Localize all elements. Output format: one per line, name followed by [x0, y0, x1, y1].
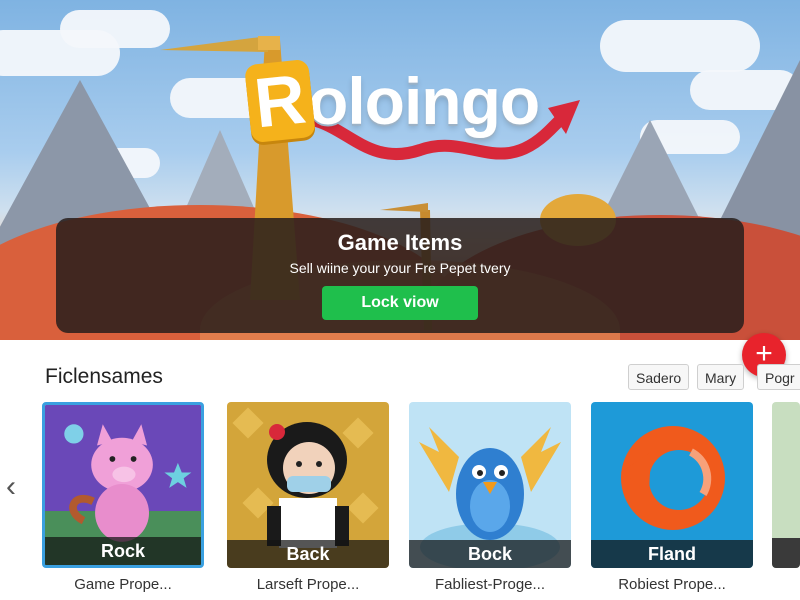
item-caption[interactable]: Game Prope... [38, 576, 208, 593]
partial-card-image [772, 402, 800, 568]
item-card-title: Rock [45, 537, 201, 565]
item-card[interactable]: Rock [42, 402, 204, 568]
item-caption[interactable]: Fabliest-Proge... [405, 576, 575, 593]
item-caption[interactable]: Larseft Prope... [223, 576, 393, 593]
item-caption[interactable]: Robiest Prope... [587, 576, 757, 593]
chevron-left-icon[interactable]: ‹ [6, 472, 16, 502]
promo-banner: Game Items Sell wiine your your Fre Pepe… [56, 218, 744, 333]
item-card-title: Bock [409, 540, 571, 568]
look-view-button[interactable]: Lock viow [322, 286, 478, 320]
hero-banner: R oloingo Game Items Sell wiine your you… [0, 0, 800, 340]
item-card[interactable]: Fland [591, 402, 753, 568]
item-card[interactable]: Back [227, 402, 389, 568]
banner-title: Game Items [337, 230, 463, 255]
logo-tile: R [244, 58, 316, 144]
banner-subtitle: Sell wiine your your Fre Pepet tvery [289, 260, 511, 276]
section-title: Ficlensames [45, 365, 163, 388]
filter-chip-sadero[interactable]: Sadero [628, 364, 690, 390]
logo-text: oloingo [308, 64, 540, 138]
logo-letter: R [250, 59, 310, 143]
item-card[interactable]: Bock [409, 402, 571, 568]
item-card-partial[interactable] [772, 402, 800, 568]
filter-chip-mary[interactable]: Mary [697, 364, 745, 390]
filter-chip-pogr[interactable]: Pogr [757, 364, 800, 390]
app-logo: R oloingo [244, 58, 540, 144]
item-card-title: Fland [591, 540, 753, 568]
item-card-title: Back [227, 540, 389, 568]
